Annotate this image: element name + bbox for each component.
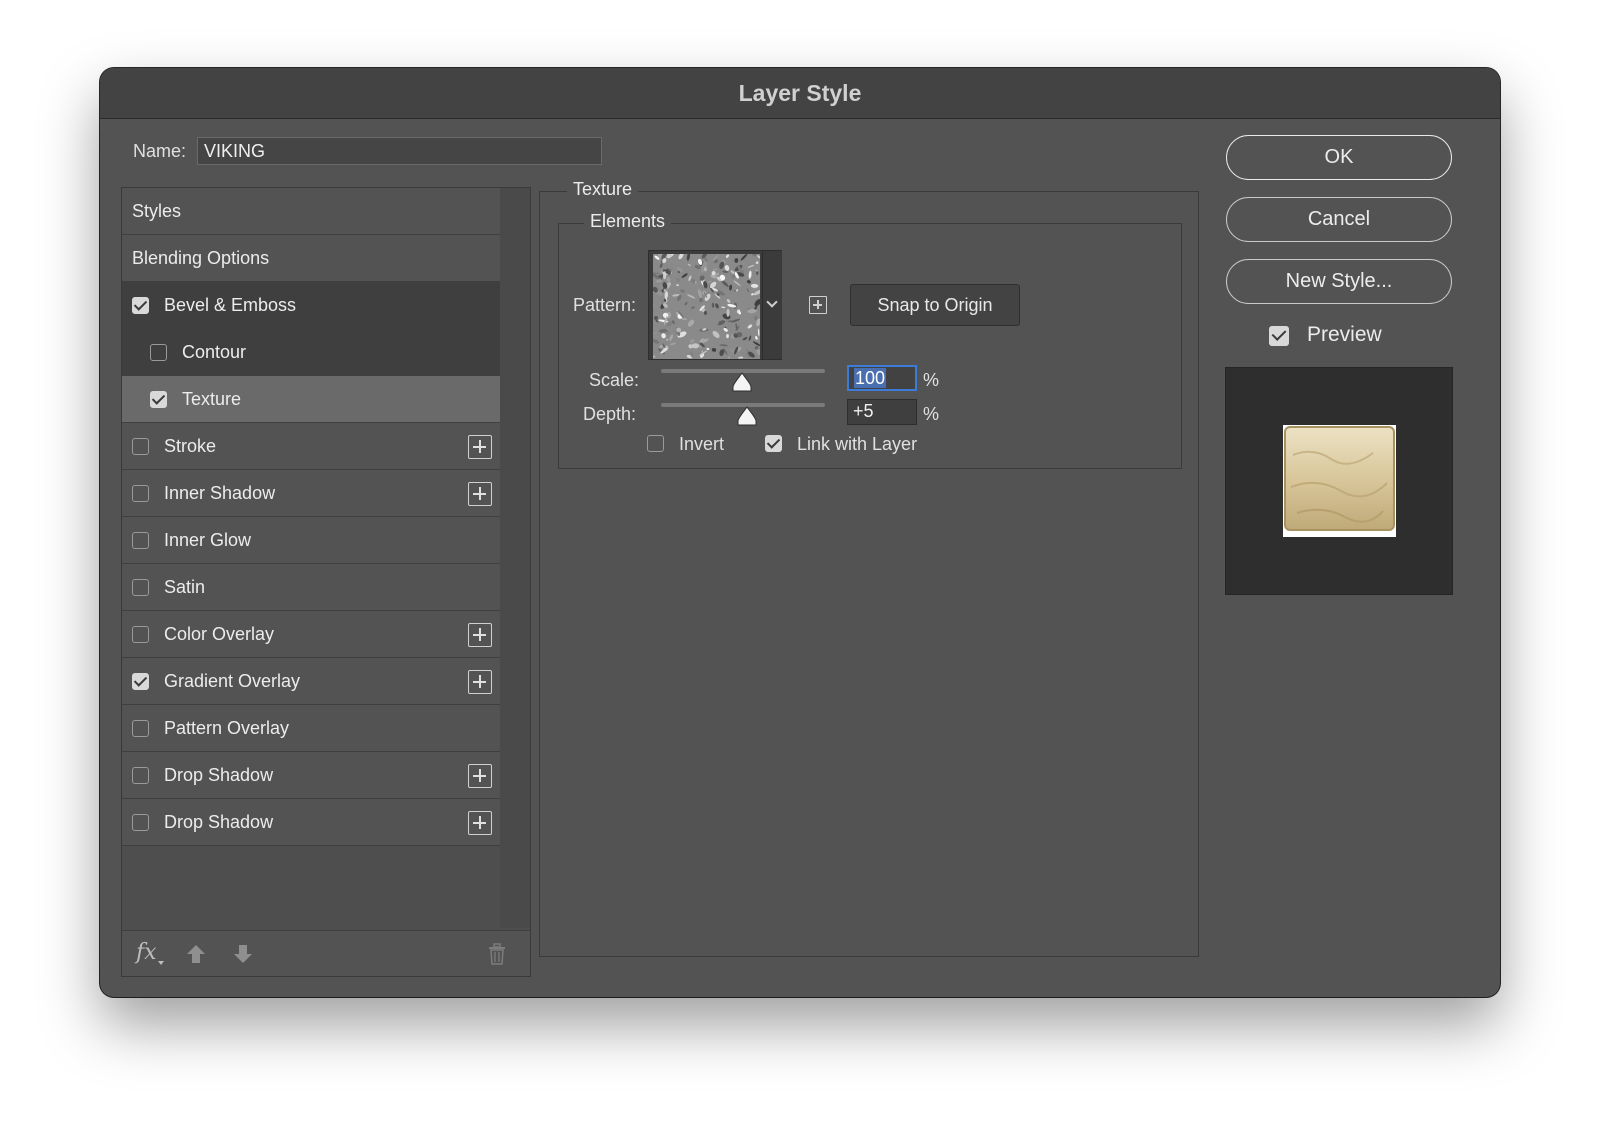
add-style-instance-icon[interactable] — [468, 811, 492, 835]
new-style-button[interactable]: New Style... — [1226, 259, 1452, 304]
style-row-gradient-overlay[interactable]: Gradient Overlay — [122, 658, 500, 705]
scale-value: 100 — [854, 368, 887, 388]
depth-value: +5 — [853, 401, 874, 421]
pattern-label: Pattern: — [573, 295, 637, 315]
style-row-color-overlay[interactable]: Color Overlay — [122, 611, 500, 658]
style-row-blending-options[interactable]: Blending Options — [122, 235, 500, 282]
preview-label: Preview — [1307, 323, 1382, 346]
style-row-label: Contour — [182, 341, 247, 362]
style-row-label: Color Overlay — [164, 623, 275, 644]
add-style-instance-icon[interactable] — [468, 482, 492, 506]
style-row-inner-shadow[interactable]: Inner Shadow — [122, 470, 500, 517]
style-row-label: Bevel & Emboss — [164, 294, 297, 315]
style-row-contour[interactable]: Contour — [122, 329, 500, 376]
ok-button[interactable]: OK — [1226, 135, 1452, 180]
style-checkbox[interactable] — [132, 814, 149, 831]
pattern-dropdown[interactable] — [762, 251, 782, 359]
dialog-title: Layer Style — [738, 79, 862, 106]
move-up-icon[interactable] — [185, 943, 207, 965]
styles-list: Styles Blending Options Bevel & Emboss Cont… — [122, 188, 500, 846]
depth-input[interactable]: +5 — [847, 399, 917, 425]
texture-section-title: Texture — [567, 179, 639, 200]
fx-menu-button[interactable]: fx — [136, 940, 157, 965]
style-row-label: Pattern Overlay — [164, 717, 290, 738]
depth-label: Depth: — [583, 404, 637, 424]
name-input[interactable] — [197, 137, 602, 165]
style-row-satin[interactable]: Satin — [122, 564, 500, 611]
depth-slider-thumb[interactable] — [736, 406, 758, 426]
scale-unit: % — [923, 370, 940, 390]
move-down-icon[interactable] — [232, 943, 254, 965]
style-checkbox[interactable] — [132, 767, 149, 784]
style-checkbox[interactable] — [132, 720, 149, 737]
link-with-layer-checkbox[interactable] — [765, 435, 782, 452]
cancel-button[interactable]: Cancel — [1226, 197, 1452, 242]
style-row-label: Gradient Overlay — [164, 670, 301, 691]
style-row-inner-glow[interactable]: Inner Glow — [122, 517, 500, 564]
style-checkbox[interactable] — [132, 532, 149, 549]
style-row-label: Blending Options — [132, 247, 270, 268]
scale-input[interactable]: 100 — [847, 365, 917, 391]
add-style-instance-icon[interactable] — [468, 670, 492, 694]
style-row-drop-shadow[interactable]: Drop Shadow — [122, 799, 500, 846]
pattern-picker[interactable] — [648, 250, 782, 360]
style-row-styles[interactable]: Styles — [122, 188, 500, 235]
styles-panel: Styles Blending Options Bevel & Emboss Cont… — [121, 187, 531, 977]
style-row-texture[interactable]: Texture — [122, 376, 500, 423]
style-checkbox[interactable] — [150, 391, 167, 408]
style-preview-swatch — [1283, 425, 1396, 537]
style-preview-well — [1225, 367, 1453, 595]
preview-checkbox[interactable] — [1269, 326, 1289, 346]
style-row-label: Drop Shadow — [164, 811, 274, 832]
add-style-instance-icon[interactable] — [468, 623, 492, 647]
style-row-pattern-overlay[interactable]: Pattern Overlay — [122, 705, 500, 752]
styles-footer: fx — [122, 930, 530, 976]
name-label: Name: — [133, 141, 187, 161]
style-checkbox[interactable] — [132, 485, 149, 502]
style-checkbox[interactable] — [150, 344, 167, 361]
style-row-label: Drop Shadow — [164, 764, 274, 785]
fx-caret-icon — [158, 961, 164, 965]
layer-style-dialog: Layer Style Name: Styles Blending Options… — [100, 68, 1500, 997]
link-with-layer-label: Link with Layer — [797, 434, 918, 454]
style-checkbox[interactable] — [132, 626, 149, 643]
add-style-instance-icon[interactable] — [468, 764, 492, 788]
snap-to-origin-button[interactable]: Snap to Origin — [850, 284, 1020, 326]
styles-scrollbar[interactable] — [500, 188, 530, 928]
add-style-instance-icon[interactable] — [468, 435, 492, 459]
style-checkbox[interactable] — [132, 579, 149, 596]
invert-label: Invert — [679, 434, 725, 454]
scale-slider-thumb[interactable] — [731, 372, 753, 392]
style-row-label: Stroke — [164, 435, 217, 456]
style-checkbox[interactable] — [132, 438, 149, 455]
style-row-drop-shadow[interactable]: Drop Shadow — [122, 752, 500, 799]
style-row-bevel-emboss[interactable]: Bevel & Emboss — [122, 282, 500, 329]
new-preset-icon[interactable] — [809, 296, 827, 314]
trash-icon[interactable] — [487, 943, 507, 965]
style-row-label: Texture — [182, 388, 242, 409]
style-row-label: Styles — [132, 200, 182, 221]
style-row-label: Satin — [164, 576, 206, 597]
style-row-stroke[interactable]: Stroke — [122, 423, 500, 470]
chevron-down-icon — [766, 296, 778, 308]
scale-label: Scale: — [589, 370, 640, 390]
style-checkbox[interactable] — [132, 673, 149, 690]
elements-group-title: Elements — [584, 211, 672, 232]
pattern-thumbnail[interactable] — [653, 254, 760, 359]
invert-checkbox[interactable] — [647, 435, 664, 452]
style-row-label: Inner Glow — [164, 529, 252, 550]
depth-unit: % — [923, 404, 940, 424]
dialog-titlebar: Layer Style — [100, 68, 1500, 119]
style-checkbox[interactable] — [132, 297, 149, 314]
style-row-label: Inner Shadow — [164, 482, 276, 503]
